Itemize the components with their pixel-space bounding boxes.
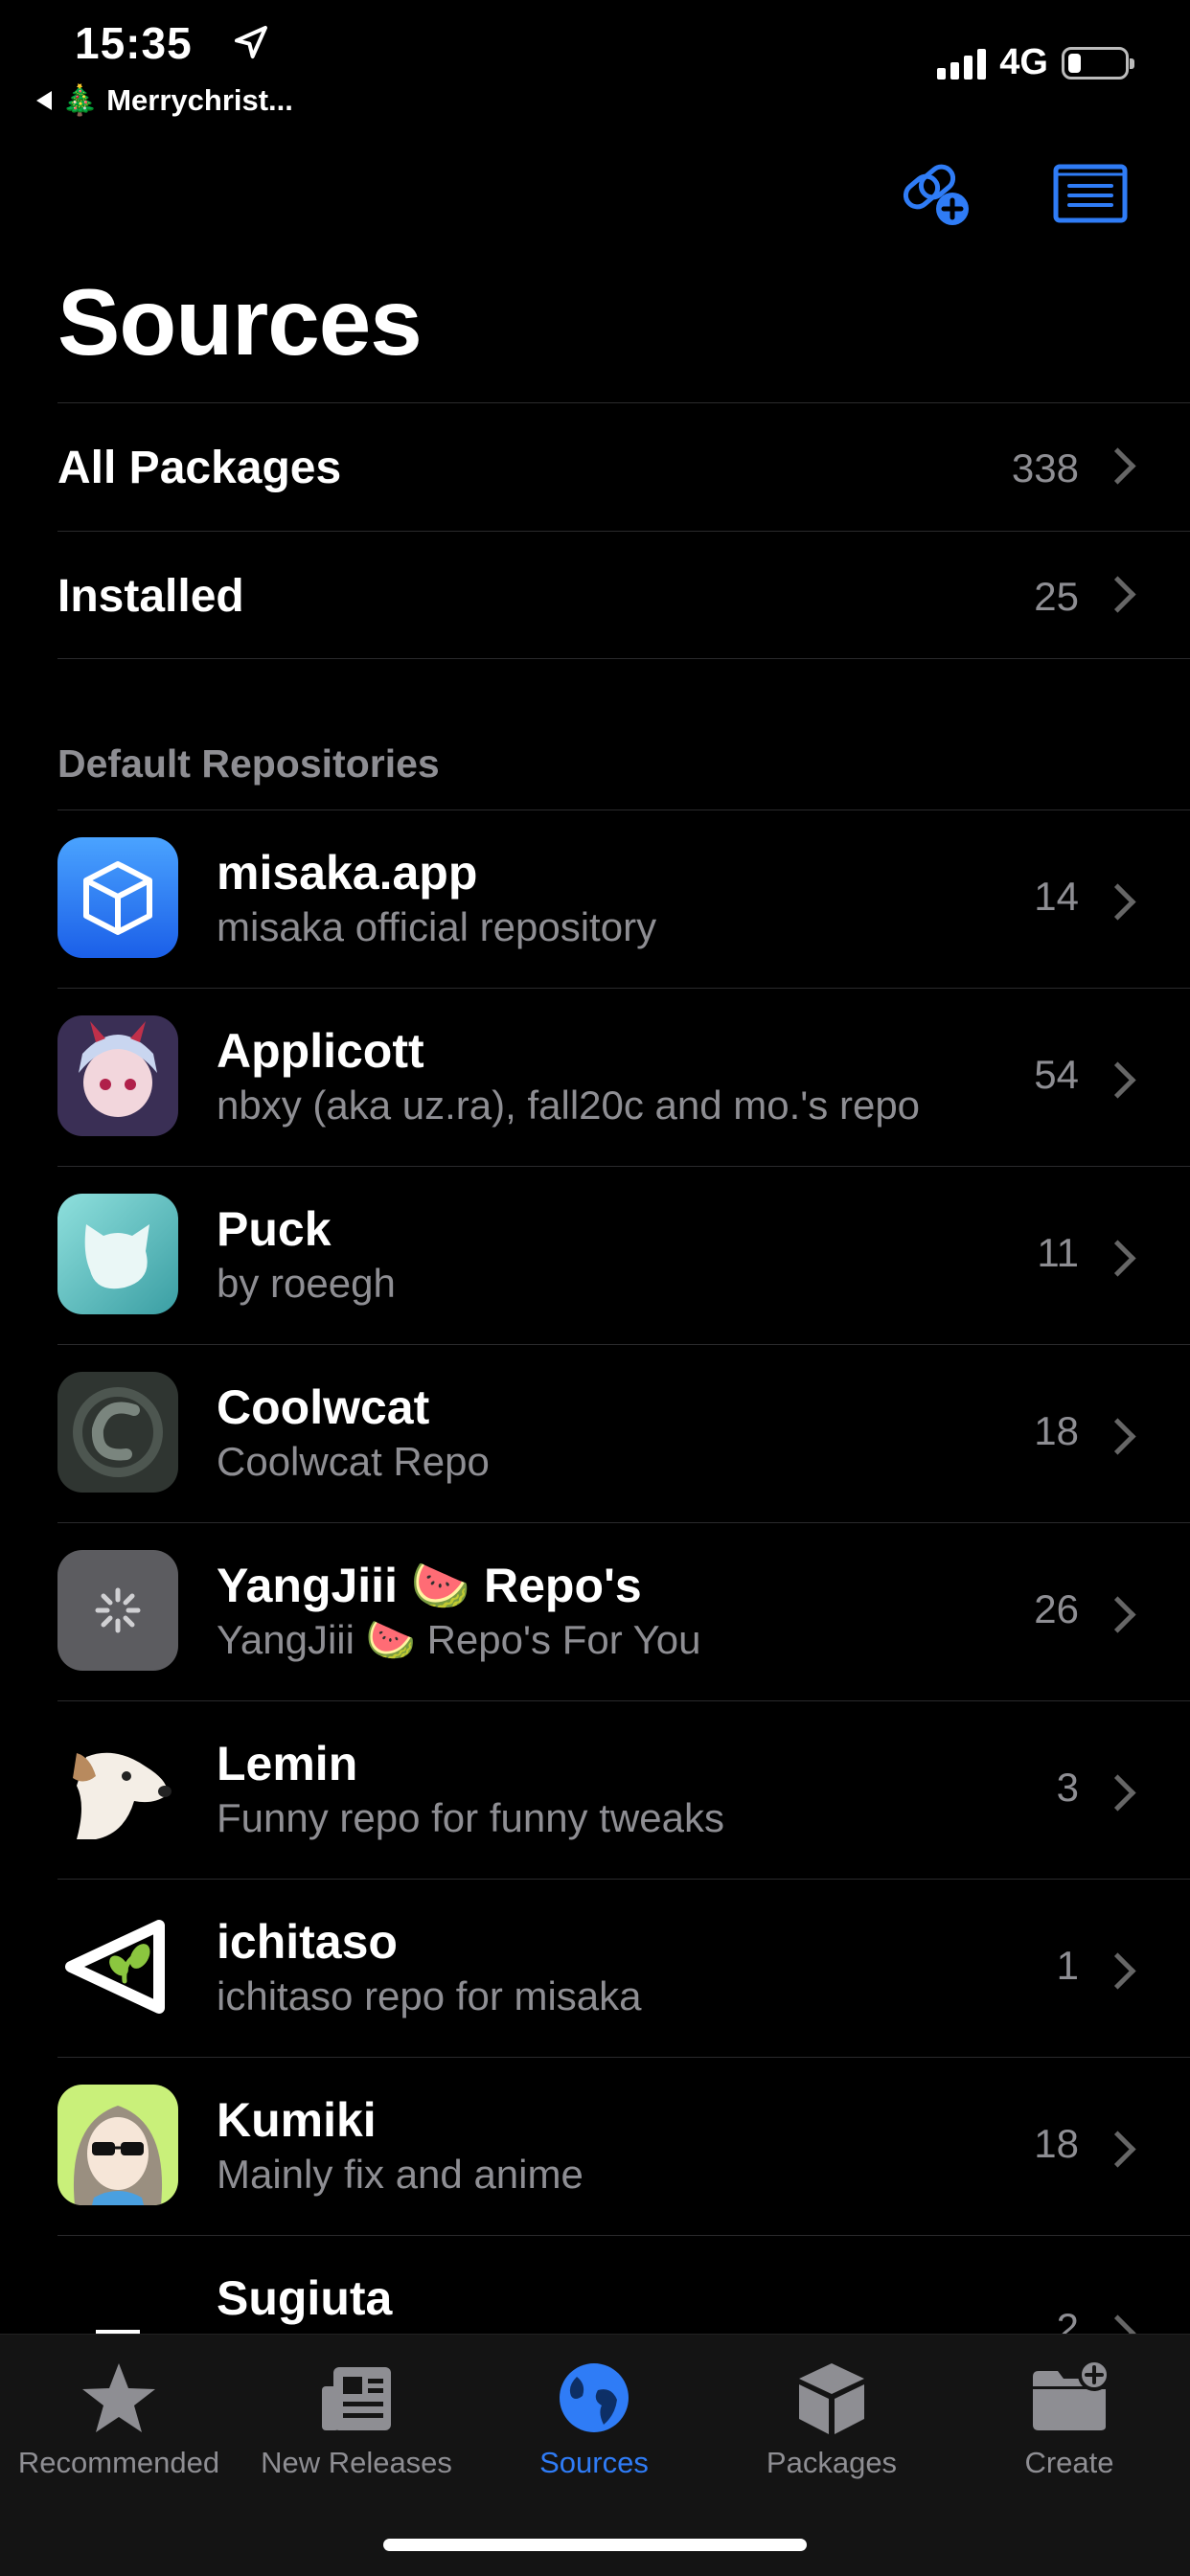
anime-avatar-icon: [57, 1015, 178, 1136]
loading-spinner-icon: [57, 1550, 178, 1671]
repo-description: Funny repo for funny tweaks: [217, 1795, 724, 1840]
chevron-right-icon: [1099, 883, 1136, 921]
chevron-right-icon: [1099, 1061, 1136, 1099]
repo-description: nbxy (aka uz.ra), fall20c and mo.'s repo: [217, 1083, 921, 1128]
network-type: 4G: [999, 42, 1048, 82]
repo-description: ichitaso repo for misaka: [217, 1973, 642, 2018]
row-label: Installed: [57, 571, 244, 622]
cube-icon: [57, 837, 178, 958]
leaf-triangle-logo-icon: [57, 1906, 178, 2027]
repo-row-misaka[interactable]: misaka.app misaka official repository 14: [57, 809, 1190, 988]
list-view-button[interactable]: [1050, 153, 1131, 234]
repo-count: 54: [1034, 1052, 1079, 1097]
tab-label: Recommended: [17, 2446, 220, 2479]
globe-icon: [560, 2363, 629, 2432]
back-to-app-link[interactable]: 🎄 Merrychrist...: [36, 82, 293, 118]
repo-name: Coolwcat: [217, 1380, 430, 1434]
repo-row-yangjiii[interactable]: YangJiii 🍉 Repo's YangJiii 🍉 Repo's For …: [57, 1522, 1190, 1700]
tab-label: Sources: [539, 2446, 649, 2479]
repo-count: 18: [1034, 1408, 1079, 1453]
back-app-label: 🎄 Merrychrist...: [61, 83, 293, 117]
row-count: 338: [1011, 445, 1079, 490]
repo-name: Puck: [217, 1202, 332, 1256]
repo-name: Sugiuta: [217, 2271, 393, 2325]
repo-count: 18: [1034, 2121, 1079, 2166]
repo-name: Applicott: [217, 1024, 424, 1078]
repo-count: 3: [1056, 1765, 1079, 1810]
repo-row-ichitaso[interactable]: ichitaso ichitaso repo for misaka 1: [57, 1879, 1190, 2057]
row-label: All Packages: [57, 443, 342, 493]
chevron-right-icon: [1099, 1418, 1136, 1455]
star-icon: [82, 2363, 155, 2432]
repo-count: 1: [1056, 1943, 1079, 1988]
repo-row-kumiki[interactable]: Kumiki Mainly fix and anime 18: [57, 2057, 1190, 2235]
coolwcat-logo-icon: [57, 1372, 178, 1493]
repo-count: 11: [1037, 1230, 1079, 1275]
chevron-right-icon: [1099, 1774, 1136, 1812]
cat-silhouette-icon: [57, 1194, 178, 1314]
dog-avatar-icon: [57, 1728, 178, 1849]
tab-label: Create: [1024, 2446, 1114, 2479]
folder-add-icon: [1033, 2359, 1110, 2430]
repo-name: misaka.app: [217, 846, 478, 900]
repo-description: misaka official repository: [217, 904, 657, 949]
page-title: Sources: [57, 269, 423, 375]
repo-description: Coolwcat Repo: [217, 1439, 490, 1484]
home-indicator[interactable]: [383, 2539, 807, 2551]
repo-name: ichitaso: [217, 1915, 398, 1969]
tab-new-releases[interactable]: New Releases: [238, 2358, 475, 2480]
repo-row-coolwcat[interactable]: Coolwcat Coolwcat Repo 18: [57, 1344, 1190, 1522]
section-header: Default Repositories: [57, 741, 440, 786]
add-source-button[interactable]: [897, 153, 977, 234]
chevron-right-icon: [1099, 576, 1136, 613]
repo-description: YangJiii 🍉 Repo's For You: [217, 1617, 701, 1662]
tab-label: New Releases: [261, 2446, 452, 2479]
status-indicators: 4G: [937, 42, 1134, 83]
chevron-right-icon: [1099, 1596, 1136, 1633]
repo-name: Lemin: [217, 1737, 358, 1790]
chevron-right-icon: [1099, 447, 1136, 485]
newspaper-icon: [322, 2367, 391, 2430]
repo-count: 14: [1034, 874, 1079, 919]
repo-row-lemin[interactable]: Lemin Funny repo for funny tweaks 3: [57, 1700, 1190, 1879]
repo-name: Kumiki: [217, 2093, 377, 2147]
status-time: 15:35: [75, 18, 193, 68]
cellular-signal-icon: [937, 47, 987, 80]
all-packages-row[interactable]: All Packages 338: [57, 402, 1190, 531]
box-icon: [799, 2363, 864, 2434]
back-arrow-icon: [36, 90, 52, 110]
tab-recommended[interactable]: Recommended: [0, 2358, 238, 2480]
chevron-right-icon: [1099, 2131, 1136, 2168]
repo-row-puck[interactable]: Puck by roeegh 11: [57, 1166, 1190, 1344]
repo-name: YangJiii 🍉 Repo's: [217, 1559, 642, 1612]
tab-sources[interactable]: Sources: [475, 2358, 713, 2480]
repo-description: Mainly fix and anime: [217, 2152, 584, 2197]
anime-sunglasses-avatar-icon: [57, 2085, 178, 2205]
row-count: 25: [1034, 574, 1079, 619]
tab-create[interactable]: Create: [950, 2358, 1188, 2480]
repo-row-applicott[interactable]: Applicott nbxy (aka uz.ra), fall20c and …: [57, 988, 1190, 1166]
chevron-right-icon: [1099, 1952, 1136, 1990]
battery-icon: [1062, 46, 1134, 80]
tab-label: Packages: [766, 2446, 898, 2479]
summary-list: All Packages 338 Installed 25: [57, 402, 1190, 659]
installed-row[interactable]: Installed 25: [57, 531, 1190, 659]
tab-packages[interactable]: Packages: [713, 2358, 950, 2480]
chevron-right-icon: [1099, 1240, 1136, 1277]
location-arrow-icon: [235, 26, 267, 58]
repo-count: 26: [1034, 1586, 1079, 1631]
repo-description: by roeegh: [217, 1261, 396, 1306]
